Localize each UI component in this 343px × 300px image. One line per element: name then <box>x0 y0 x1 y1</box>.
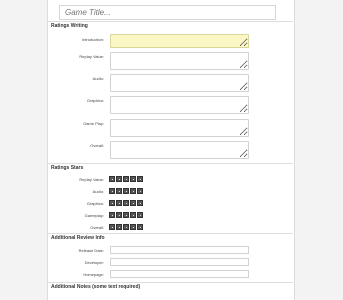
star-icon[interactable] <box>130 176 136 182</box>
label-stars-gameplay: Gameplay: <box>84 213 104 218</box>
star-icon[interactable] <box>109 176 115 182</box>
divider <box>47 21 293 22</box>
divider <box>47 233 293 234</box>
label-stars-overall: Overall: <box>90 225 104 230</box>
label-graphics: Graphics: <box>86 98 104 103</box>
introduction-textarea[interactable] <box>110 34 249 48</box>
star-icon[interactable] <box>130 188 136 194</box>
audio-textarea[interactable] <box>110 74 249 92</box>
label-replay-value: Replay Value: <box>79 54 104 59</box>
star-icon[interactable] <box>123 200 129 206</box>
graphics-textarea[interactable] <box>110 96 249 114</box>
label-stars-audio: Audio: <box>92 189 104 194</box>
divider <box>47 282 293 283</box>
star-icon[interactable] <box>130 224 136 230</box>
star-icon[interactable] <box>109 200 115 206</box>
star-icon[interactable] <box>137 188 143 194</box>
star-icon[interactable] <box>116 200 122 206</box>
section-ratings-writing: Ratings Writing <box>51 23 88 29</box>
release-date-input[interactable] <box>110 246 249 254</box>
star-rating-overall[interactable] <box>109 224 144 231</box>
section-ratings-stars: Ratings Stars <box>51 165 84 171</box>
divider <box>47 163 293 164</box>
label-introduction: Introduction: <box>81 37 104 42</box>
star-icon[interactable] <box>130 200 136 206</box>
label-stars-graphics: Graphics: <box>86 201 104 206</box>
star-icon[interactable] <box>123 176 129 182</box>
star-icon[interactable] <box>123 188 129 194</box>
section-additional-notes: Additional Notes (some text required) <box>51 284 141 290</box>
developer-input[interactable] <box>110 258 249 266</box>
star-rating-gameplay[interactable] <box>109 212 144 219</box>
star-icon[interactable] <box>137 212 143 218</box>
star-icon[interactable] <box>137 224 143 230</box>
star-rating-graphics[interactable] <box>109 200 144 207</box>
overall-textarea[interactable] <box>110 141 249 159</box>
label-overall: Overall: <box>90 143 104 148</box>
replay-value-textarea[interactable] <box>110 52 249 70</box>
section-additional-review-info: Additional Review Info <box>51 235 105 241</box>
game-title-input[interactable] <box>59 5 276 20</box>
game-play-textarea[interactable] <box>110 119 249 137</box>
label-release-date: Release Date: <box>78 248 104 253</box>
star-icon[interactable] <box>137 176 143 182</box>
star-icon[interactable] <box>116 176 122 182</box>
star-icon[interactable] <box>109 212 115 218</box>
star-icon[interactable] <box>130 212 136 218</box>
label-stars-replay-value: Replay Value: <box>79 177 104 182</box>
label-developer: Developer: <box>84 260 104 265</box>
star-icon[interactable] <box>137 200 143 206</box>
star-icon[interactable] <box>109 224 115 230</box>
star-icon[interactable] <box>116 224 122 230</box>
star-icon[interactable] <box>123 224 129 230</box>
star-icon[interactable] <box>123 212 129 218</box>
star-rating-audio[interactable] <box>109 188 144 195</box>
label-audio: Audio: <box>92 76 104 81</box>
label-homepage: Homepage: <box>83 272 104 277</box>
star-icon[interactable] <box>109 188 115 194</box>
star-icon[interactable] <box>116 212 122 218</box>
star-icon[interactable] <box>116 188 122 194</box>
star-rating-replay-value[interactable] <box>109 176 144 183</box>
homepage-input[interactable] <box>110 270 249 278</box>
label-game-play: Game Play: <box>83 121 104 126</box>
